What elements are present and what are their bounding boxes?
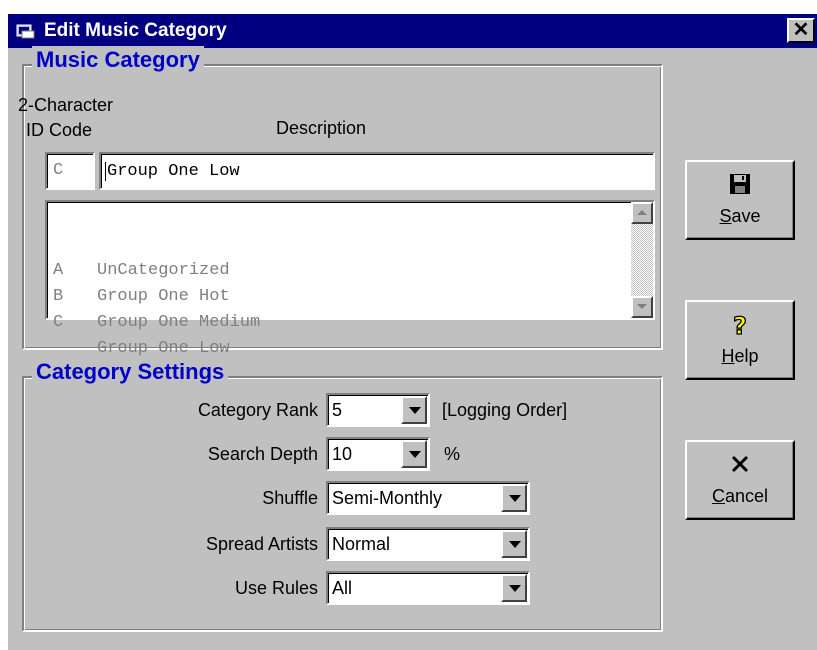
category-rank-value: 5 bbox=[332, 400, 343, 420]
category-rank-dropdown-button[interactable] bbox=[401, 396, 427, 424]
help-button[interactable]: ? Help bbox=[685, 300, 795, 380]
floppy-disk-icon bbox=[730, 174, 750, 194]
description-value: Group One Low bbox=[105, 162, 240, 181]
category-settings-group-title: Category Settings bbox=[32, 358, 229, 386]
cancel-button-label: Cancel bbox=[711, 486, 769, 506]
search-depth-dropdown-button[interactable] bbox=[401, 440, 427, 468]
shuffle-label: Shuffle bbox=[262, 488, 318, 508]
shuffle-dropdown-button[interactable] bbox=[501, 484, 527, 512]
save-button[interactable]: Save bbox=[685, 160, 795, 240]
shuffle-value: Semi-Monthly bbox=[332, 488, 443, 508]
x-icon bbox=[731, 455, 749, 473]
id-code-value: C bbox=[53, 161, 64, 180]
search-depth-select[interactable]: 10 bbox=[326, 437, 430, 471]
chevron-down-icon bbox=[509, 495, 521, 502]
list-scrollbar[interactable] bbox=[631, 202, 653, 318]
spread-artists-dropdown-button[interactable] bbox=[501, 530, 527, 558]
scroll-down-button[interactable] bbox=[631, 296, 653, 318]
list-item[interactable]: C Group One Low bbox=[53, 284, 230, 358]
use-rules-select[interactable]: All bbox=[326, 571, 530, 605]
shuffle-select[interactable]: Semi-Monthly bbox=[326, 481, 530, 515]
close-button[interactable]: ✕ bbox=[787, 18, 815, 43]
description-label: Description bbox=[276, 118, 367, 138]
scroll-up-button[interactable] bbox=[631, 202, 653, 224]
search-depth-unit: % bbox=[444, 444, 461, 464]
list-item-description: Group One Medium bbox=[97, 313, 261, 332]
spread-artists-value: Normal bbox=[332, 534, 391, 554]
app-icon bbox=[16, 22, 36, 40]
spread-artists-label: Spread Artists bbox=[205, 534, 318, 554]
help-button-label: Help bbox=[721, 346, 759, 366]
use-rules-dropdown-button[interactable] bbox=[501, 574, 527, 602]
chevron-down-icon bbox=[509, 585, 521, 592]
edit-music-category-dialog: Edit Music Category ✕ Music Category 2-C… bbox=[8, 14, 817, 650]
cancel-button[interactable]: Cancel bbox=[685, 440, 795, 520]
close-icon: ✕ bbox=[792, 19, 810, 41]
category-listbox[interactable]: UnCategorized A Group One Hot B Group On… bbox=[45, 200, 655, 358]
question-mark-icon: ? bbox=[732, 312, 747, 338]
search-depth-label: Search Depth bbox=[207, 444, 318, 464]
arrow-down-icon bbox=[637, 304, 647, 309]
spread-artists-select[interactable]: Normal bbox=[326, 527, 530, 561]
category-rank-label: Category Rank bbox=[197, 400, 318, 420]
window-title: Edit Music Category bbox=[44, 20, 227, 41]
id-code-label-line2: ID Code bbox=[26, 120, 93, 140]
id-code-field[interactable]: C bbox=[45, 152, 95, 190]
chevron-down-icon bbox=[509, 541, 521, 548]
logging-order-note: [Logging Order] bbox=[442, 400, 568, 420]
chevron-down-icon bbox=[409, 407, 421, 414]
description-field[interactable]: Group One Low bbox=[99, 152, 655, 190]
use-rules-label: Use Rules bbox=[234, 578, 318, 598]
chevron-down-icon bbox=[409, 451, 421, 458]
music-category-group-title: Music Category bbox=[32, 46, 204, 74]
list-item-description: UnCategorized bbox=[97, 261, 230, 280]
search-depth-value: 10 bbox=[332, 444, 353, 464]
id-code-label-line1: 2-Character bbox=[18, 95, 114, 115]
list-item[interactable]: B Group One Medium bbox=[53, 258, 260, 332]
list-item[interactable]: A Group One Hot bbox=[53, 232, 230, 306]
list-item[interactable]: UnCategorized bbox=[53, 206, 230, 280]
category-rank-select[interactable]: 5 bbox=[326, 393, 430, 427]
list-item-code: C bbox=[53, 313, 64, 332]
arrow-up-icon bbox=[637, 210, 647, 215]
save-button-label: Save bbox=[719, 206, 761, 226]
use-rules-value: All bbox=[332, 578, 353, 598]
title-bar: Edit Music Category ✕ bbox=[8, 14, 817, 48]
list-item-description: Group One Hot bbox=[97, 287, 230, 306]
svg-text:?: ? bbox=[733, 312, 747, 338]
